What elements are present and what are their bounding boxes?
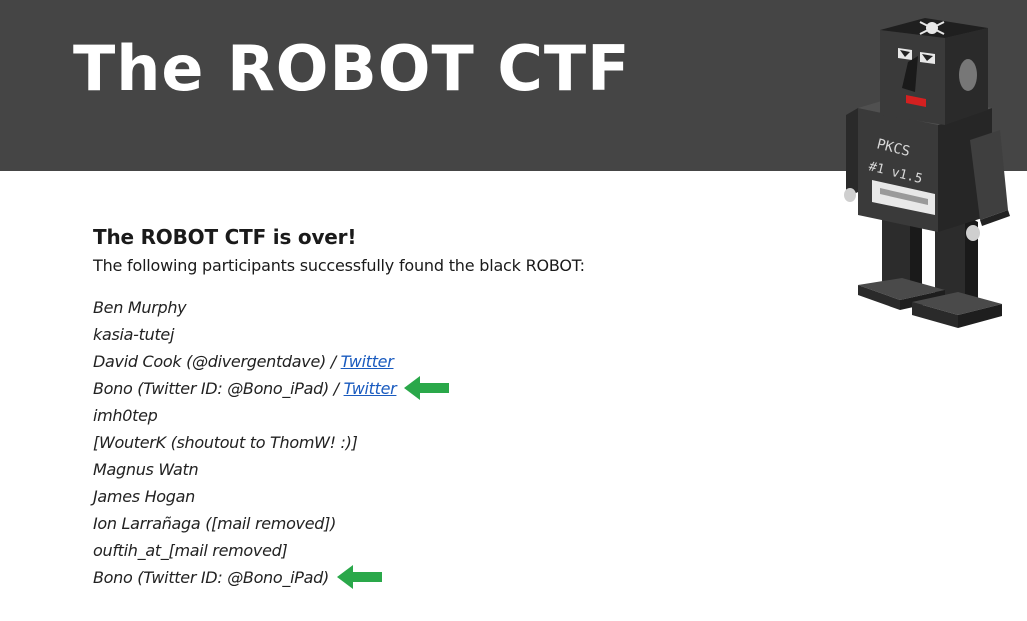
participant-item: ouftih_at_[mail removed] (93, 537, 793, 564)
participant-name: Bono (Twitter ID: @Bono_iPad) / (93, 379, 344, 398)
participant-item: [WouterK (shoutout to ThomW! :)] (93, 429, 793, 456)
participant-name: James Hogan (93, 487, 195, 506)
participant-item: Ion Larrañaga ([mail removed]) (93, 510, 793, 537)
participant-name: David Cook (@divergentdave) / (93, 352, 341, 371)
twitter-link[interactable]: Twitter (344, 379, 397, 398)
page-heading: The ROBOT CTF is over! (93, 225, 357, 249)
robot-logo-icon: PKCS #1 v1.5 (844, 18, 1010, 328)
participant-item: Bono (Twitter ID: @Bono_iPad) (93, 564, 793, 591)
participant-name: ouftih_at_[mail removed] (93, 541, 288, 560)
main-content: The ROBOT CTF is over! The following par… (93, 222, 793, 591)
participant-name: imh0tep (93, 406, 158, 425)
participant-item: imh0tep (93, 402, 793, 429)
participant-name: Ben Murphy (93, 298, 187, 317)
page-subtitle: The following participants successfully … (93, 256, 585, 275)
participant-name: [WouterK (shoutout to ThomW! :)] (93, 433, 358, 452)
participant-item: Ben Murphy (93, 294, 793, 321)
site-title[interactable]: The ROBOT CTF (73, 28, 631, 110)
green-arrow-icon (336, 564, 382, 589)
participant-name: Ion Larrañaga ([mail removed]) (93, 514, 337, 533)
participant-item: James Hogan (93, 483, 793, 510)
participant-item: kasia-tutej (93, 321, 793, 348)
participant-item: Bono (Twitter ID: @Bono_iPad) / Twitter (93, 375, 793, 402)
twitter-link[interactable]: Twitter (341, 352, 394, 371)
participant-name: Magnus Watn (93, 460, 199, 479)
participant-name: kasia-tutej (93, 325, 175, 344)
participant-item: Magnus Watn (93, 456, 793, 483)
participant-list: Ben Murphy kasia-tutej David Cook (@dive… (93, 294, 793, 591)
participant-item: David Cook (@divergentdave) / Twitter (93, 348, 793, 375)
green-arrow-icon (404, 375, 450, 400)
participant-name: Bono (Twitter ID: @Bono_iPad) (93, 568, 329, 587)
